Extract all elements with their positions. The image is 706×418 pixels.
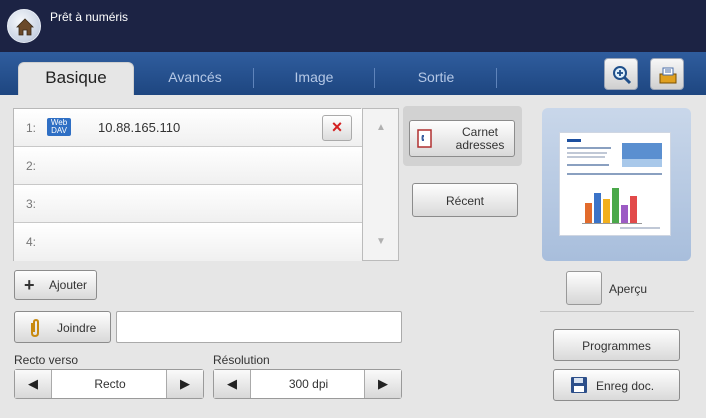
save-document-button[interactable]: Enreg doc. bbox=[553, 369, 680, 401]
preview-thumbnail bbox=[559, 132, 671, 236]
destination-number: 2: bbox=[26, 159, 37, 173]
app-title: Prêt à numéris bbox=[50, 10, 129, 24]
duplex-prev-icon[interactable]: ◀ bbox=[15, 370, 52, 398]
destination-number: 3: bbox=[26, 197, 37, 211]
tab-divider bbox=[374, 68, 375, 88]
attach-button[interactable]: Joindre bbox=[14, 311, 111, 343]
add-button[interactable]: + Ajouter bbox=[14, 270, 97, 300]
duplex-next-icon[interactable]: ▶ bbox=[166, 370, 203, 398]
home-icon bbox=[16, 18, 34, 36]
programs-button[interactable]: Programmes bbox=[553, 329, 680, 361]
scroll-down-icon[interactable]: ▼ bbox=[369, 231, 393, 253]
zoom-button[interactable] bbox=[604, 58, 638, 90]
address-book-icon bbox=[417, 129, 432, 148]
tab-divider bbox=[496, 68, 497, 88]
destination-row-4[interactable]: 4: bbox=[14, 223, 362, 261]
scroll-up-icon[interactable]: ▲ bbox=[369, 117, 393, 139]
zoom-in-icon bbox=[613, 66, 632, 85]
destination-list: 1: Web DAV 10.88.165.110 × 2: 3: 4: bbox=[13, 108, 362, 261]
address-book-button[interactable]: Carnet adresses bbox=[409, 120, 515, 157]
floppy-disk-icon bbox=[571, 377, 587, 393]
preview-toggle[interactable] bbox=[566, 271, 602, 305]
preview-label: Aperçu bbox=[609, 282, 648, 296]
duplex-label: Recto verso bbox=[14, 353, 79, 367]
resolution-prev-icon[interactable]: ◀ bbox=[214, 370, 251, 398]
destination-row-3[interactable]: 3: bbox=[14, 185, 362, 223]
recent-button[interactable]: Récent bbox=[412, 183, 518, 217]
tab-bar: Basique Avancés Image Sortie bbox=[0, 52, 706, 95]
resolution-next-icon[interactable]: ▶ bbox=[364, 370, 401, 398]
destination-number: 4: bbox=[26, 235, 37, 249]
destination-address: 10.88.165.110 bbox=[98, 120, 181, 135]
address-book-label-1: Carnet bbox=[461, 125, 499, 139]
tab-basique[interactable]: Basique bbox=[18, 62, 134, 95]
webdav-badge: Web DAV bbox=[47, 118, 71, 136]
resolution-value: 300 dpi bbox=[288, 377, 329, 391]
destination-row-2[interactable]: 2: bbox=[14, 147, 362, 185]
save-document-label: Enreg doc. bbox=[596, 379, 655, 393]
job-status-button[interactable] bbox=[650, 58, 684, 90]
tab-divider bbox=[253, 68, 254, 88]
destination-scrollbar[interactable]: ▲ ▼ bbox=[362, 108, 399, 261]
tab-image[interactable]: Image bbox=[256, 62, 372, 95]
plus-icon: + bbox=[24, 275, 35, 295]
top-bar: Prêt à numéris bbox=[0, 0, 706, 52]
duplex-value: Recto bbox=[94, 377, 126, 391]
preview-panel bbox=[542, 108, 691, 261]
document-thumbnail-image bbox=[567, 139, 662, 229]
duplex-stepper[interactable]: ◀ Recto ▶ bbox=[14, 369, 204, 399]
tab-sortie[interactable]: Sortie bbox=[378, 62, 494, 95]
attach-label: Joindre bbox=[57, 321, 97, 335]
programs-label: Programmes bbox=[582, 339, 651, 353]
attachment-field[interactable] bbox=[116, 311, 402, 343]
add-label: Ajouter bbox=[49, 278, 88, 292]
job-status-icon bbox=[659, 67, 677, 84]
resolution-stepper[interactable]: ◀ 300 dpi ▶ bbox=[213, 369, 402, 399]
address-book-label-2: adresses bbox=[455, 138, 505, 152]
destination-number: 1: bbox=[26, 121, 37, 135]
delete-destination-button[interactable]: × bbox=[322, 115, 352, 141]
recent-label: Récent bbox=[445, 194, 485, 208]
divider bbox=[540, 311, 694, 312]
tab-avances[interactable]: Avancés bbox=[140, 62, 250, 95]
resolution-label: Résolution bbox=[213, 353, 270, 367]
destination-row-1[interactable]: 1: Web DAV 10.88.165.110 × bbox=[14, 109, 362, 147]
home-button[interactable] bbox=[7, 9, 41, 43]
paperclip-icon bbox=[31, 318, 39, 338]
